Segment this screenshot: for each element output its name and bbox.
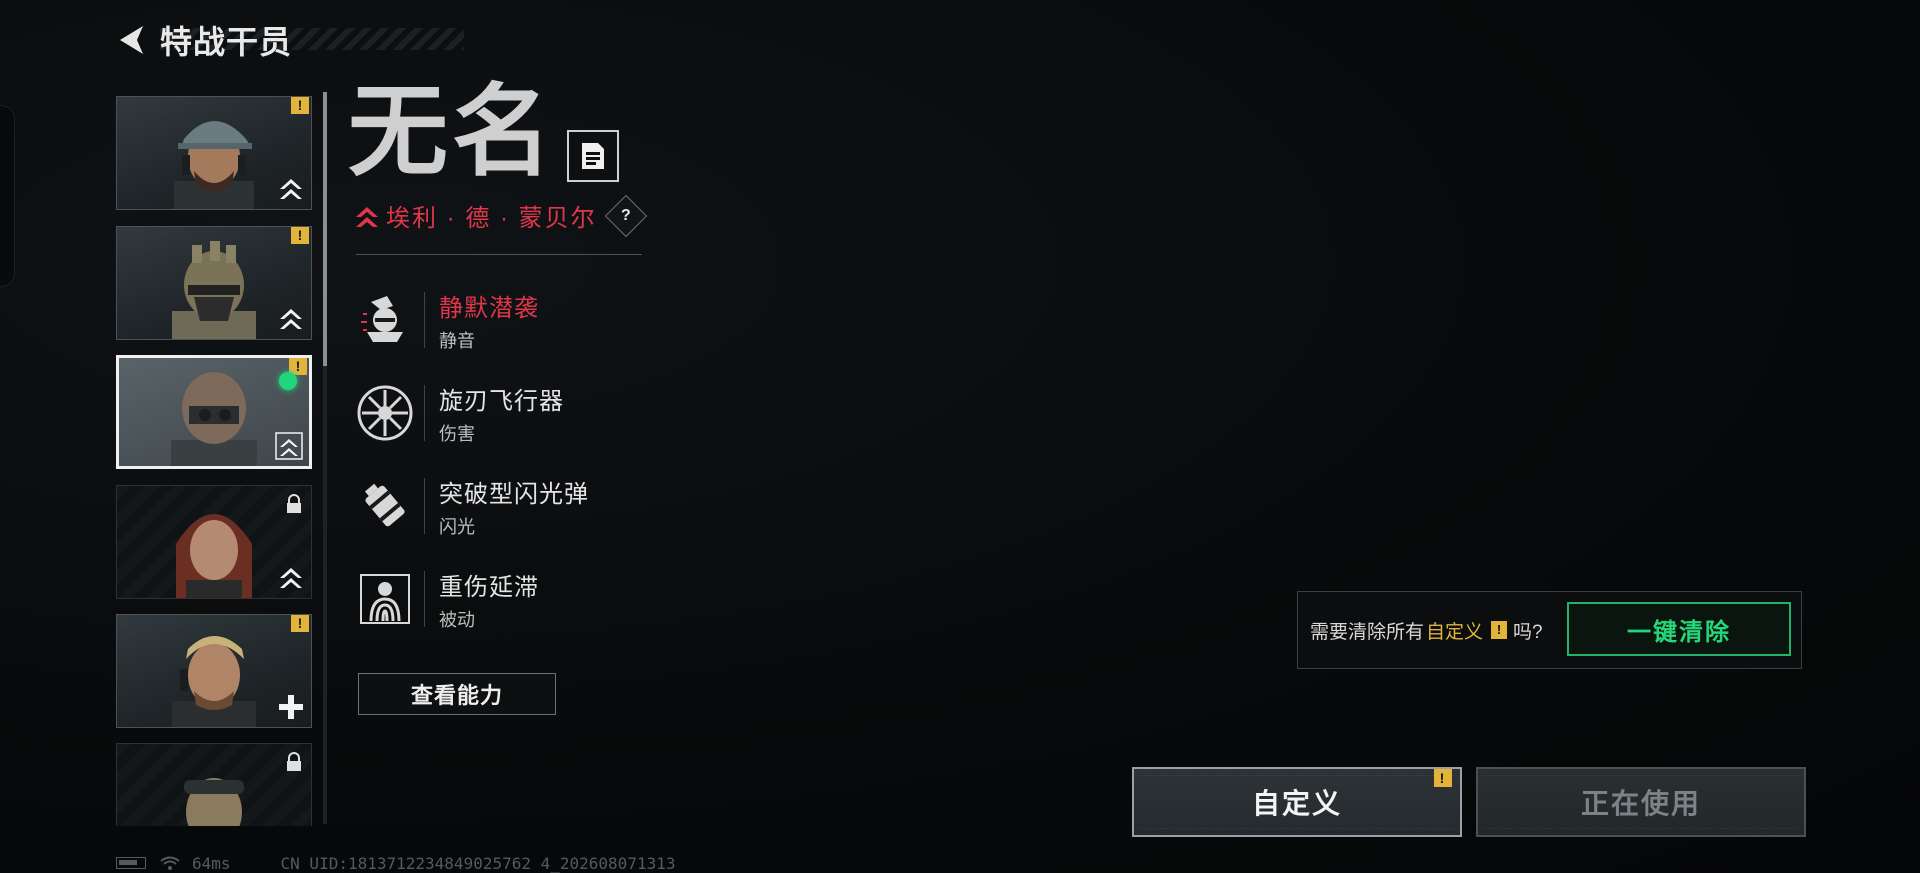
- operator-list[interactable]: ! ! ! !: [114, 96, 320, 826]
- ability-name: 静默潜袭: [439, 294, 539, 322]
- ability-separator: [424, 571, 425, 627]
- ability-row[interactable]: 突破型闪光弹 闪光: [356, 473, 776, 539]
- warning-badge-icon: !: [291, 227, 309, 244]
- operator-card[interactable]: !: [116, 226, 312, 340]
- warning-badge-icon: !: [291, 615, 309, 632]
- faction-name: 埃利 · 德 · 蒙贝尔: [386, 205, 597, 232]
- operator-card-selected[interactable]: !: [116, 355, 312, 469]
- clear-prompt-suffix: 吗?: [1513, 621, 1543, 643]
- operator-portrait: [172, 241, 256, 339]
- lock-icon: [287, 752, 301, 771]
- operator-portrait: [171, 372, 257, 466]
- divider: [356, 254, 642, 255]
- ability-name: 突破型闪光弹: [439, 480, 589, 508]
- warning-badge-icon: !: [1434, 769, 1452, 787]
- fingerprint-target-icon: [356, 570, 414, 628]
- button-decoration: [1140, 775, 1454, 829]
- ability-separator: [424, 292, 425, 348]
- operator-card-locked[interactable]: [116, 485, 312, 599]
- operator-card-locked[interactable]: [116, 743, 312, 826]
- ability-row[interactable]: 旋刃飞行器 伤害: [356, 380, 776, 446]
- faction-chevron-icon: [356, 206, 378, 227]
- operator-name: 无名: [348, 76, 556, 188]
- button-decoration: [1484, 775, 1798, 829]
- ability-separator: [424, 385, 425, 441]
- ability-row[interactable]: 静默潜袭 静音: [356, 287, 776, 353]
- document-icon: [582, 143, 604, 169]
- warning-badge-icon: !: [291, 97, 309, 114]
- stealth-icon: [356, 291, 414, 349]
- faction-row: 埃利 · 德 · 蒙贝尔 ?: [354, 194, 647, 237]
- operator-portrait: [172, 636, 256, 727]
- ability-type: 被动: [439, 609, 475, 630]
- clear-prompt-text: 需要清除所有 自定义 ! 吗?: [1310, 592, 1543, 668]
- operator-card[interactable]: !: [116, 96, 312, 210]
- plus-icon: [279, 695, 303, 719]
- status-bar: 64ms CN UID:1813712234849025762 4_202608…: [116, 853, 675, 873]
- ability-row[interactable]: 重伤延滞 被动: [356, 566, 776, 632]
- battery-icon: [116, 857, 146, 869]
- warning-icon: !: [1491, 621, 1508, 639]
- rank-chevron-icon: [280, 179, 302, 199]
- bio-document-button[interactable]: [567, 130, 619, 182]
- equipped-status-dot: [279, 372, 297, 390]
- operator-card[interactable]: !: [116, 614, 312, 728]
- rank-chevron-icon: [280, 568, 302, 588]
- operator-portrait: [176, 514, 252, 598]
- flashbang-icon: [356, 477, 414, 535]
- help-button[interactable]: ?: [604, 194, 647, 237]
- clear-all-button[interactable]: 一键清除: [1567, 602, 1791, 656]
- rank-chevron-icon: [280, 309, 302, 329]
- operator-portrait: [174, 121, 254, 209]
- user-uid: CN UID:1813712234849025762 4_20260807131…: [280, 853, 676, 873]
- ability-name: 旋刃飞行器: [439, 387, 564, 415]
- clear-prompt-prefix: 需要清除所有: [1310, 621, 1425, 643]
- clear-prompt-highlight: 自定义: [1426, 621, 1484, 643]
- help-icon: ?: [620, 206, 631, 224]
- page-header: 特战干员: [112, 18, 292, 62]
- lock-icon: [287, 494, 301, 513]
- ability-separator: [424, 478, 425, 534]
- in-use-button[interactable]: 正在使用: [1476, 767, 1806, 837]
- ability-type: 伤害: [439, 423, 475, 444]
- ability-name: 重伤延滞: [439, 573, 539, 601]
- side-edge-tab: [0, 105, 15, 287]
- ability-type: 静音: [439, 330, 475, 351]
- rank-chevron-icon: [275, 432, 303, 460]
- view-abilities-button[interactable]: 查看能力: [358, 673, 556, 715]
- list-scroll-thumb[interactable]: [323, 92, 327, 366]
- back-arrow-icon[interactable]: [112, 20, 152, 60]
- wifi-icon: [160, 856, 180, 870]
- customize-button[interactable]: 自定义 !: [1132, 767, 1462, 837]
- page-title: 特战干员: [160, 24, 293, 60]
- blade-drone-icon: [356, 384, 414, 442]
- ping-readout: 64ms: [192, 853, 231, 873]
- ability-type: 闪光: [439, 516, 475, 537]
- operator-portrait: [184, 778, 244, 826]
- clear-customization-prompt: 需要清除所有 自定义 ! 吗? 一键清除: [1297, 591, 1802, 669]
